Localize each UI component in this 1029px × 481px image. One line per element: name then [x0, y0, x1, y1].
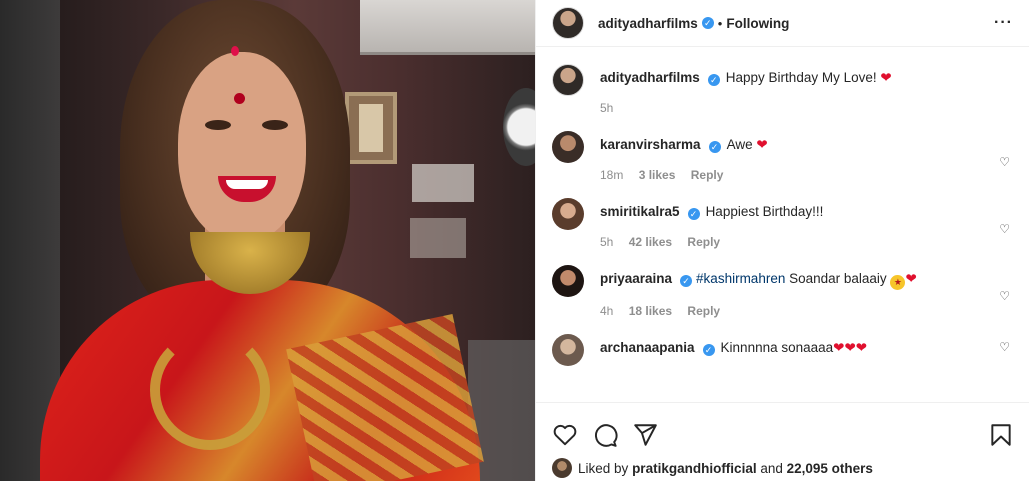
- comment-likes[interactable]: 18 likes: [629, 304, 672, 318]
- more-options-icon[interactable]: ···: [994, 14, 1013, 32]
- comment-text: Awe: [726, 137, 753, 152]
- red-heart-emoji: ❤: [756, 137, 768, 152]
- photo-bindi: [234, 93, 245, 104]
- post-side-panel: adityadharfilms ✓ • Following ··· aditya…: [535, 0, 1029, 481]
- following-button[interactable]: Following: [726, 16, 789, 31]
- photo-eye-right: [262, 120, 288, 130]
- photo-air-conditioner: [360, 0, 535, 55]
- reply-button[interactable]: Reply: [687, 304, 720, 318]
- post-header: adityadharfilms ✓ • Following ···: [536, 0, 1029, 47]
- verified-badge-icon: ✓: [680, 275, 693, 287]
- liked-by-line: Liked by pratikgandhiofficial and 22,095…: [552, 456, 873, 480]
- save-bookmark-icon[interactable]: [988, 422, 1014, 448]
- comment-likes[interactable]: 3 likes: [639, 168, 676, 182]
- like-comment-heart-icon[interactable]: ♡: [999, 155, 1010, 169]
- photo-face: [178, 52, 306, 242]
- reply-button[interactable]: Reply: [691, 168, 724, 182]
- comment-username[interactable]: karanvirsharma: [600, 137, 701, 152]
- share-send-icon[interactable]: [632, 422, 658, 448]
- star-struck-emoji-icon: ★: [890, 275, 906, 290]
- commenter-avatar[interactable]: [552, 265, 584, 297]
- photo-wall-frame: [345, 92, 397, 164]
- verified-badge-icon: ✓: [687, 208, 700, 220]
- photo-long-necklace: [150, 330, 270, 450]
- like-comment-heart-icon[interactable]: ♡: [999, 340, 1010, 354]
- caption-time[interactable]: 5h: [600, 101, 613, 115]
- red-heart-emoji: ❤: [905, 271, 917, 286]
- caption-avatar[interactable]: [552, 64, 584, 96]
- comment-time[interactable]: 5h: [600, 235, 613, 249]
- commenter-avatar[interactable]: [552, 334, 584, 366]
- caption-username[interactable]: adityadharfilms: [600, 70, 700, 85]
- liked-by-prefix: Liked by: [578, 460, 629, 476]
- author-avatar[interactable]: [552, 7, 584, 39]
- photo-wall-clock: [503, 88, 535, 166]
- comments-list[interactable]: adityadharfilms ✓ Happy Birthday My Love! …: [536, 48, 1029, 402]
- comment-username[interactable]: archanaapania: [600, 340, 695, 355]
- comment-likes[interactable]: 42 likes: [629, 235, 672, 249]
- comment-time[interactable]: 4h: [600, 304, 613, 318]
- photo-sindoor: [231, 46, 239, 56]
- comment-username[interactable]: smiritikalra5: [600, 204, 680, 219]
- comment-text: Soandar balaaiy: [789, 271, 887, 286]
- caption-text: Happy Birthday My Love!: [725, 70, 877, 85]
- likes-count[interactable]: 22,095 others: [787, 461, 873, 476]
- reply-button[interactable]: Reply: [687, 235, 720, 249]
- verified-badge-icon: ✓: [701, 17, 714, 29]
- comment-item: smiritikalra5 ✓ Happiest Birthday!!! 5h 42…: [552, 182, 1014, 249]
- comment-text: Happiest Birthday!!!: [705, 204, 824, 219]
- photo-eye-left: [205, 120, 231, 130]
- liked-by-and: and: [760, 460, 783, 476]
- liker-avatar[interactable]: [552, 458, 572, 478]
- post-caption: adityadharfilms ✓ Happy Birthday My Love! …: [552, 48, 1014, 115]
- author-username[interactable]: adityadharfilms: [598, 16, 698, 31]
- header-separator: •: [717, 15, 723, 31]
- comment-text: Kinnnnna sonaaaa: [720, 340, 834, 355]
- red-heart-emoji: ❤❤❤: [833, 340, 868, 355]
- comment-bubble-icon[interactable]: [592, 422, 618, 448]
- verified-badge-icon: ✓: [707, 74, 720, 86]
- like-heart-icon[interactable]: [552, 422, 578, 448]
- commenter-avatar[interactable]: [552, 198, 584, 230]
- post-photo[interactable]: [0, 0, 535, 481]
- photo-shelf-lower: [410, 218, 466, 258]
- liker-username[interactable]: pratikgandhiofficial: [632, 461, 757, 476]
- hashtag-link[interactable]: #kashirmahren: [696, 271, 785, 286]
- comment-time[interactable]: 18m: [600, 168, 623, 182]
- red-heart-emoji: ❤: [880, 70, 892, 85]
- comment-username[interactable]: priyaaraina: [600, 271, 672, 286]
- comment-item: karanvirsharma ✓ Awe ❤ 18m 3 likes Reply ♡: [552, 115, 1014, 182]
- comment-item: archanaapania ✓ Kinnnnna sonaaaa❤❤❤ ♡: [552, 318, 1014, 366]
- photo-shelf: [412, 164, 474, 202]
- post-actions-bar: [536, 402, 1029, 454]
- like-comment-heart-icon[interactable]: ♡: [999, 289, 1010, 303]
- verified-badge-icon: ✓: [702, 344, 715, 356]
- commenter-avatar[interactable]: [552, 131, 584, 163]
- like-comment-heart-icon[interactable]: ♡: [999, 222, 1010, 236]
- verified-badge-icon: ✓: [708, 141, 721, 153]
- photo-smile: [226, 180, 268, 189]
- comment-item: priyaaraina ✓ #kashirmahren Soandar balaai…: [552, 249, 1014, 318]
